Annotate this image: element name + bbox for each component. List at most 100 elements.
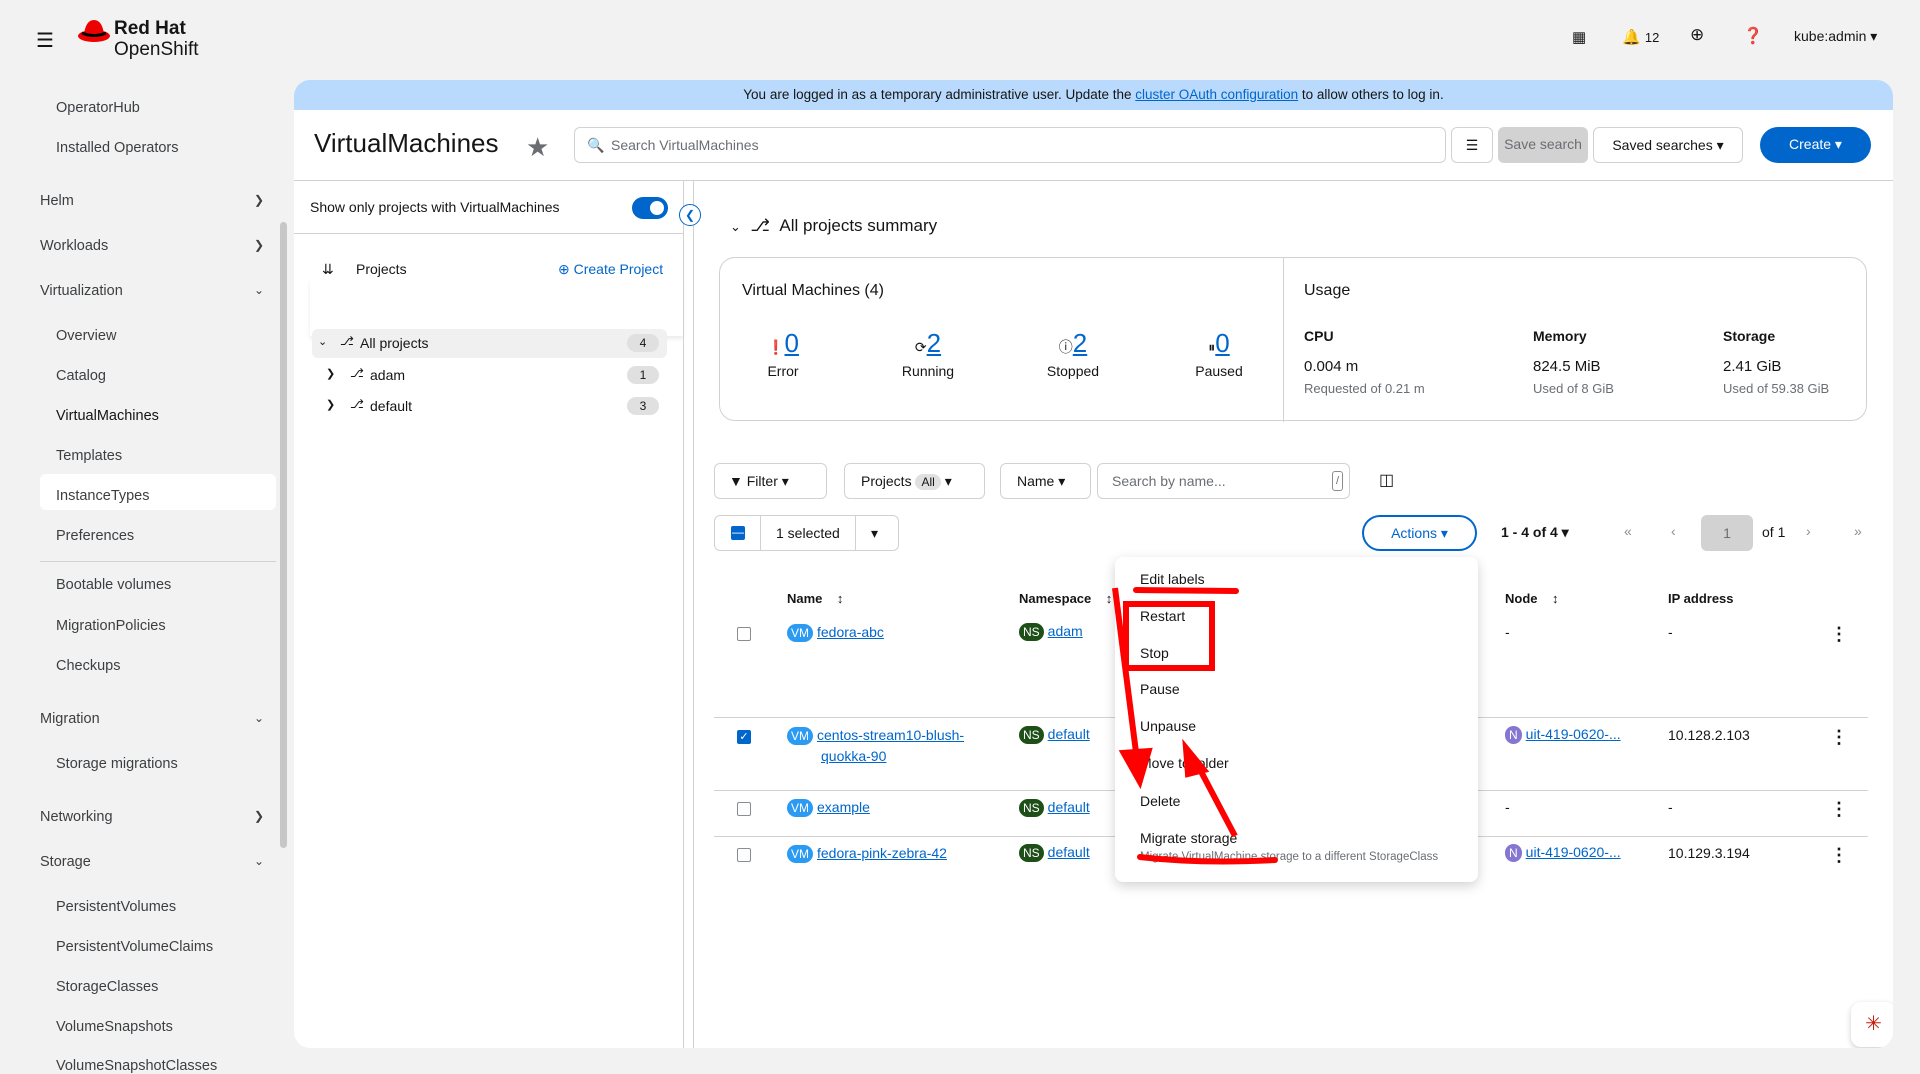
collapse-all-icon[interactable]: ⇊ — [322, 261, 334, 278]
nav-storageclasses[interactable]: StorageClasses — [56, 979, 158, 995]
stat-value[interactable]: 2 — [927, 328, 941, 358]
col-header-name[interactable]: Name ↕ — [787, 591, 843, 606]
nav-operatorhub[interactable]: OperatorHub — [56, 100, 140, 116]
oauth-config-link[interactable]: cluster OAuth configuration — [1135, 87, 1298, 102]
vm-name-link-cont[interactable]: quokka-90 — [821, 748, 886, 764]
menu-item-migrate-storage[interactable]: Migrate storage — [1140, 830, 1237, 846]
user-menu[interactable]: kube:admin ▾ — [1794, 28, 1877, 45]
namespace-link[interactable]: default — [1048, 844, 1090, 860]
panel-divider[interactable] — [683, 181, 684, 1048]
nav-section-networking[interactable]: Networking ❯ — [40, 809, 270, 825]
nav-bootable-volumes[interactable]: Bootable volumes — [56, 577, 171, 593]
notifications-button[interactable]: 🔔 12 — [1622, 28, 1659, 46]
tree-item-default[interactable]: ❯ ⎇ default 3 — [312, 394, 667, 420]
search-by-name-input[interactable]: Search by name... / — [1097, 463, 1350, 499]
usage-memory: Memory 824.5 MiB Used of 8 GiB — [1533, 328, 1614, 396]
quick-create-icon[interactable]: ⊕ — [1690, 25, 1704, 45]
nav-instancetypes[interactable]: InstanceTypes — [56, 488, 150, 504]
hamburger-menu-icon[interactable]: ☰ — [36, 28, 54, 53]
col-header-namespace[interactable]: Namespace ↕ — [1019, 591, 1112, 606]
nav-volumesnapshots[interactable]: VolumeSnapshots — [56, 1019, 173, 1035]
kebab-menu-icon[interactable]: ⋮ — [1830, 799, 1848, 820]
summary-header[interactable]: ⌄ ⎇ All projects summary — [730, 216, 937, 236]
openshift-logo[interactable]: Red Hat OpenShift — [76, 16, 199, 60]
first-page-button[interactable]: « — [1624, 523, 1632, 539]
node-link[interactable]: uit-419-0620-... — [1526, 844, 1621, 860]
app-launcher-icon[interactable]: ▦ — [1572, 28, 1586, 46]
create-button[interactable]: Create ▾ — [1760, 127, 1871, 163]
vm-name-link[interactable]: fedora-abc — [817, 624, 884, 640]
actions-dropdown[interactable]: Actions ▾ — [1362, 515, 1477, 551]
projects-badge: All — [915, 474, 941, 490]
nav-volumesnapshotclasses[interactable]: VolumeSnapshotClasses — [56, 1058, 217, 1074]
last-page-button[interactable]: » — [1854, 523, 1862, 539]
stat-value[interactable]: 0 — [1215, 328, 1229, 358]
bulk-select[interactable]: — 1 selected ▾ — [714, 515, 899, 551]
menu-item-unpause[interactable]: Unpause — [1140, 718, 1196, 734]
nav-overview[interactable]: Overview — [56, 328, 116, 344]
nav-migrationpolicies[interactable]: MigrationPolicies — [56, 618, 166, 634]
menu-item-edit-labels[interactable]: Edit labels — [1140, 571, 1205, 587]
projects-dropdown[interactable]: Projects All ▾ — [844, 463, 985, 499]
nav-templates[interactable]: Templates — [56, 448, 122, 464]
nav-storage-migrations[interactable]: Storage migrations — [56, 756, 178, 772]
label: Namespace — [1019, 591, 1092, 606]
help-icon[interactable]: ❓ — [1743, 26, 1763, 46]
caret-down-icon[interactable]: ▾ — [871, 516, 878, 550]
search-input[interactable]: 🔍 Search VirtualMachines — [574, 127, 1446, 163]
nav-section-migration[interactable]: Migration ⌄ — [40, 711, 270, 727]
nav-checkups[interactable]: Checkups — [56, 658, 120, 674]
row-checkbox[interactable]: ✓ — [737, 730, 751, 744]
bulk-checkbox[interactable]: — — [731, 526, 745, 540]
saved-searches-dropdown[interactable]: Saved searches ▾ — [1593, 127, 1743, 163]
nav-virtualmachines[interactable]: VirtualMachines — [56, 408, 159, 424]
nav-section-virtualization[interactable]: Virtualization ⌄ — [40, 283, 270, 299]
nav-section-workloads[interactable]: Workloads ❯ — [40, 238, 270, 254]
prev-page-button[interactable]: ‹ — [1671, 523, 1676, 539]
vm-name-link[interactable]: fedora-pink-zebra-42 — [817, 845, 947, 861]
nav-catalog[interactable]: Catalog — [56, 368, 106, 384]
favorite-star-icon[interactable]: ★ — [526, 132, 549, 163]
menu-item-move-to-folder[interactable]: Move to folder — [1140, 755, 1229, 771]
vm-name-link[interactable]: example — [817, 799, 870, 815]
advanced-search-button[interactable]: ☰ — [1451, 127, 1493, 163]
nav-preferences[interactable]: Preferences — [56, 528, 134, 544]
tree-item-all-projects[interactable]: ⌄ ⎇ All projects 4 — [312, 329, 667, 358]
nav-installed-operators[interactable]: Installed Operators — [56, 140, 179, 156]
namespace-link[interactable]: default — [1048, 726, 1090, 742]
manage-columns-icon[interactable]: ◫ — [1379, 470, 1394, 490]
nav-persistentvolumes[interactable]: PersistentVolumes — [56, 899, 176, 915]
lightspeed-assistant-button[interactable]: ✳ — [1851, 1002, 1893, 1047]
row-checkbox[interactable] — [737, 627, 751, 641]
namespace-link[interactable]: adam — [1048, 623, 1083, 639]
node-link[interactable]: uit-419-0620-... — [1526, 726, 1621, 742]
kebab-menu-icon[interactable]: ⋮ — [1830, 727, 1848, 748]
nav-pvcs[interactable]: PersistentVolumeClaims — [56, 939, 213, 955]
col-header-node[interactable]: Node ↕ — [1505, 591, 1558, 606]
next-page-button[interactable]: › — [1806, 523, 1811, 539]
kebab-menu-icon[interactable]: ⋮ — [1830, 624, 1848, 645]
page-input[interactable]: 1 — [1701, 515, 1753, 551]
show-only-vm-projects-toggle[interactable] — [632, 197, 668, 219]
row-checkbox[interactable] — [737, 848, 751, 862]
filter-dropdown[interactable]: ▼ Filter ▾ — [714, 463, 827, 499]
kebab-menu-icon[interactable]: ⋮ — [1830, 845, 1848, 866]
vm-name-link[interactable]: centos-stream10-blush- — [817, 727, 964, 743]
create-project-link[interactable]: ⊕ Create Project — [558, 261, 663, 278]
row-checkbox[interactable] — [737, 802, 751, 816]
menu-item-stop[interactable]: Stop — [1140, 645, 1169, 661]
sidebar-scrollbar[interactable] — [280, 222, 287, 848]
tree-item-adam[interactable]: ❯ ⎇ adam 1 — [312, 363, 667, 389]
stat-value[interactable]: 2 — [1073, 328, 1087, 358]
nav-section-helm[interactable]: Helm ❯ — [40, 193, 270, 209]
nav-section-storage[interactable]: Storage ⌄ — [40, 854, 270, 870]
menu-item-restart[interactable]: Restart — [1140, 608, 1185, 624]
namespace-link[interactable]: default — [1048, 799, 1090, 815]
menu-item-delete[interactable]: Delete — [1140, 793, 1180, 809]
save-search-button[interactable]: Save search — [1498, 127, 1588, 163]
stat-value[interactable]: 0 — [784, 328, 798, 358]
name-dropdown[interactable]: Name ▾ — [1000, 463, 1091, 499]
collapse-panel-button[interactable]: ❮ — [679, 204, 701, 226]
menu-item-pause[interactable]: Pause — [1140, 681, 1180, 697]
pagination-range[interactable]: 1 - 4 of 4 ▾ — [1501, 524, 1569, 541]
